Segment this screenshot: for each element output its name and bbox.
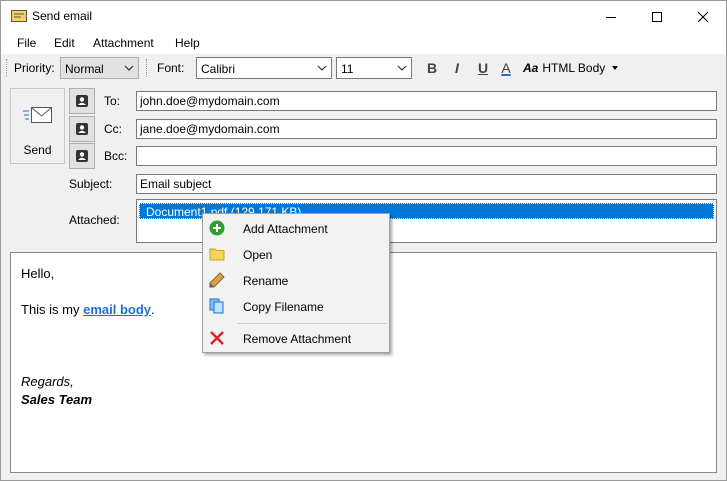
attached-label: Attached:	[69, 213, 120, 227]
body-signature: Sales Team	[21, 392, 93, 407]
caret-down-icon	[612, 66, 619, 70]
body-line-suffix: .	[151, 302, 155, 317]
email-icon	[11, 10, 27, 22]
attachment-context-menu: Add Attachment Open Rename Copy Filename…	[202, 213, 390, 353]
toolbar-grip[interactable]	[6, 59, 8, 77]
html-body-button[interactable]: Aa HTML Body	[523, 58, 623, 78]
priority-select[interactable]: Normal	[60, 57, 139, 79]
menu-item-copy-filename[interactable]: Copy Filename	[205, 294, 387, 318]
to-label: To:	[104, 94, 121, 108]
body-greeting: Hello,	[21, 266, 55, 281]
subject-label: Subject:	[69, 177, 113, 191]
html-body-icon: Aa	[523, 61, 539, 75]
font-color-button[interactable]: A	[495, 58, 517, 78]
body-link[interactable]: email body	[83, 302, 151, 317]
cc-field[interactable]: jane.doe@mydomain.com	[136, 119, 717, 139]
menu-item-label: Open	[243, 248, 273, 262]
bold-button[interactable]: B	[421, 58, 443, 78]
add-icon	[209, 220, 225, 236]
maximize-icon	[652, 11, 662, 22]
body-line: This is my email body.	[21, 302, 155, 317]
chevron-down-icon	[317, 65, 327, 71]
pencil-icon	[209, 272, 225, 288]
send-button[interactable]: Send	[10, 88, 65, 164]
cc-label: Cc:	[104, 122, 122, 136]
font-label: Font:	[157, 61, 185, 75]
cc-contacts-button[interactable]	[69, 116, 95, 142]
close-button[interactable]	[680, 1, 726, 32]
menu-separator	[237, 323, 387, 324]
title-bar: Send email	[1, 1, 726, 32]
underline-button[interactable]: U	[472, 58, 494, 78]
menu-help[interactable]: Help	[175, 36, 200, 50]
remove-icon	[210, 331, 224, 345]
close-icon	[698, 11, 708, 22]
to-field[interactable]: john.doe@mydomain.com	[136, 91, 717, 111]
maximize-button[interactable]	[634, 1, 680, 32]
menu-item-label: Copy Filename	[243, 300, 324, 314]
menu-item-label: Remove Attachment	[243, 332, 352, 346]
minimize-button[interactable]	[588, 1, 634, 32]
body-line-prefix: This is my	[21, 302, 84, 317]
font-size-value: 11	[341, 62, 354, 76]
menu-file[interactable]: File	[17, 36, 36, 50]
send-label: Send	[23, 143, 52, 157]
priority-label: Priority:	[14, 61, 55, 75]
menu-item-remove-attachment[interactable]: Remove Attachment	[205, 326, 387, 350]
menu-item-rename[interactable]: Rename	[205, 268, 387, 292]
priority-value: Normal	[65, 62, 104, 76]
bcc-field[interactable]	[136, 146, 717, 166]
html-body-label: HTML Body	[542, 61, 606, 75]
minimize-icon	[606, 16, 616, 18]
send-envelope-icon	[23, 107, 52, 123]
menu-item-label: Add Attachment	[243, 222, 328, 236]
menu-item-add-attachment[interactable]: Add Attachment	[205, 216, 387, 240]
contact-card-icon	[76, 123, 88, 135]
chevron-down-icon	[397, 65, 407, 71]
menu-attachment[interactable]: Attachment	[93, 36, 154, 50]
font-select[interactable]: Calibri	[196, 57, 332, 79]
subject-field[interactable]: Email subject	[136, 174, 717, 194]
italic-button[interactable]: I	[446, 58, 468, 78]
window-title: Send email	[32, 9, 93, 23]
copy-icon	[209, 298, 224, 314]
bcc-contacts-button[interactable]	[69, 143, 95, 169]
chevron-down-icon	[124, 65, 134, 71]
toolbar-grip[interactable]	[146, 59, 148, 77]
contact-card-icon	[76, 150, 88, 162]
bcc-label: Bcc:	[104, 149, 128, 163]
send-email-window: Send email File Edit Attachment Help Pri…	[0, 0, 727, 481]
folder-icon	[209, 248, 225, 261]
contact-card-icon	[76, 95, 88, 107]
menu-bar: File Edit Attachment Help	[1, 32, 726, 54]
toolbar: Priority: Normal Font: Calibri 11 B I U …	[1, 54, 726, 82]
to-contacts-button[interactable]	[69, 88, 95, 114]
menu-edit[interactable]: Edit	[54, 36, 75, 50]
menu-item-label: Rename	[243, 274, 289, 288]
menu-item-open[interactable]: Open	[205, 242, 387, 266]
font-size-select[interactable]: 11	[336, 57, 412, 79]
body-regards: Regards,	[21, 374, 74, 389]
font-value: Calibri	[201, 62, 236, 76]
